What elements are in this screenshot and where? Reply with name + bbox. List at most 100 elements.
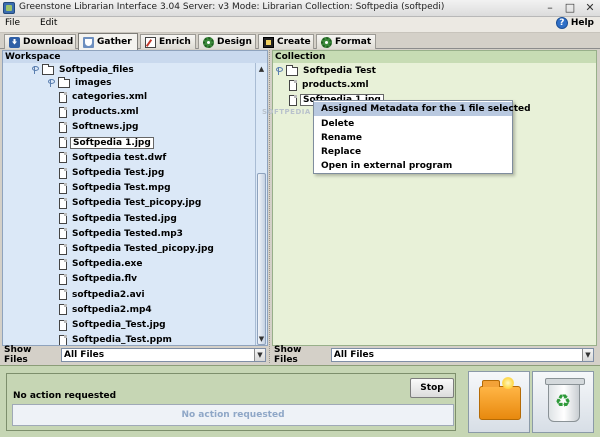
menu-item-label: Replace xyxy=(321,147,362,157)
workspace-file-item[interactable]: Softpedia.exe xyxy=(59,257,144,271)
new-folder-icon xyxy=(479,377,521,420)
workspace-file-item[interactable]: Softpedia Tested.jpg xyxy=(59,212,179,226)
close-icon[interactable]: ✕ xyxy=(584,2,596,14)
menu-item-replace[interactable]: Replace xyxy=(314,145,512,159)
file-label: softpedia2.mp4 xyxy=(72,304,152,315)
tree-expander-icon[interactable] xyxy=(275,67,283,75)
scrollbar-thumb[interactable] xyxy=(257,173,266,345)
workspace-file-item[interactable]: Softpedia.flv xyxy=(59,272,139,286)
menu-edit[interactable]: Edit xyxy=(40,18,57,28)
menu-item-label: Open in external program xyxy=(321,161,453,171)
folder-icon xyxy=(58,76,70,88)
collection-file-filter-select[interactable]: All Files ▼ xyxy=(330,348,594,362)
workspace-file-item[interactable]: products.xml xyxy=(59,105,141,119)
workspace-file-item[interactable]: categories.xml xyxy=(59,90,149,104)
delete-button[interactable] xyxy=(532,371,594,433)
file-icon xyxy=(59,121,67,133)
tree-expander-icon[interactable] xyxy=(31,66,39,74)
workspace-file-filter-select[interactable]: All Files ▼ xyxy=(61,348,266,362)
tab-design[interactable]: Design xyxy=(198,34,256,49)
workspace-file-item[interactable]: Softpedia Test.jpg xyxy=(59,166,166,180)
file-label: categories.xml xyxy=(72,92,148,102)
tree-images-folder[interactable]: images xyxy=(47,76,113,90)
tab-label: Enrich xyxy=(159,37,191,47)
workspace-file-item[interactable]: Softpedia Tested_picopy.jpg xyxy=(59,242,216,256)
workspace-file-item[interactable]: softpedia2.mp4 xyxy=(59,303,154,317)
tab-format[interactable]: Format xyxy=(316,34,376,49)
chevron-down-icon[interactable]: ▼ xyxy=(582,349,593,361)
tab-gather[interactable]: Gather xyxy=(78,33,138,50)
menu-item-rename[interactable]: Rename xyxy=(314,131,512,145)
workspace-scrollbar[interactable]: ▲ ▼ xyxy=(255,63,267,345)
menu-item-open-external[interactable]: Open in external program xyxy=(314,159,512,173)
workspace-file-item[interactable]: Softpedia Test_picopy.jpg xyxy=(59,196,203,210)
menu-item-delete[interactable]: Delete xyxy=(314,117,512,131)
gear-icon xyxy=(203,36,214,48)
workspace-file-item[interactable]: Softpedia_Test.jpg xyxy=(59,318,168,332)
scroll-down-icon[interactable]: ▼ xyxy=(257,334,266,344)
maximize-icon[interactable]: □ xyxy=(564,2,576,14)
scroll-up-icon[interactable]: ▲ xyxy=(257,64,266,74)
workspace-file-item[interactable]: softpedia2.avi xyxy=(59,288,147,302)
help-button[interactable]: ? Help xyxy=(555,17,594,29)
file-icon xyxy=(59,182,67,194)
workspace-header: Workspace xyxy=(3,51,267,63)
tab-label: Format xyxy=(335,37,372,47)
file-icon xyxy=(59,228,67,240)
workspace-file-item[interactable]: Softpedia Test.mpg xyxy=(59,181,173,195)
workspace-panel: Workspace Softpedia_files images categor… xyxy=(2,50,268,346)
chevron-down-icon[interactable]: ▼ xyxy=(254,349,265,361)
collection-file-item[interactable]: products.xml xyxy=(289,78,371,92)
file-icon xyxy=(59,319,67,331)
recycle-bin-icon xyxy=(545,378,585,422)
stop-button[interactable]: Stop xyxy=(410,378,454,398)
file-icon xyxy=(59,137,67,149)
file-label: Softpedia Test.mpg xyxy=(72,183,171,194)
file-icon xyxy=(59,243,67,255)
tab-label: Create xyxy=(277,37,311,47)
enrich-icon xyxy=(145,36,156,48)
folder-label: Softpedia Test xyxy=(303,66,376,76)
menu-item-assigned-metadata[interactable]: Assigned Metadata for the 1 file selecte… xyxy=(314,102,531,116)
menu-item-label: Assigned Metadata for the 1 file selecte… xyxy=(321,104,531,114)
file-label: products.xml xyxy=(72,107,139,118)
file-icon xyxy=(289,94,297,106)
tab-enrich[interactable]: Enrich xyxy=(140,34,196,49)
tree-root-folder[interactable]: Softpedia_files xyxy=(31,63,136,77)
workspace-tree[interactable]: Softpedia_files images categories.xml pro… xyxy=(3,63,255,345)
collection-show-files: Show Files All Files ▼ xyxy=(274,345,594,365)
progress-bar: No action requested xyxy=(12,404,454,426)
tab-create[interactable]: Create xyxy=(258,34,314,49)
tree-expander-icon[interactable] xyxy=(47,79,55,87)
menu-bar: File Edit ? Help xyxy=(0,17,600,33)
workspace-file-item[interactable]: Softpedia 1.jpg xyxy=(59,136,154,150)
folder-label: Softpedia_files xyxy=(59,65,134,75)
minimize-icon[interactable]: – xyxy=(544,2,556,14)
context-menu: Assigned Metadata for the 1 file selecte… xyxy=(313,100,531,174)
file-label: Softpedia.flv xyxy=(72,274,137,285)
menu-item-label: Rename xyxy=(321,133,362,143)
file-label: Softpedia Tested_picopy.jpg xyxy=(72,244,214,254)
folder-label: images xyxy=(75,78,112,88)
workspace-file-item[interactable]: Softpedia_Test.ppm xyxy=(59,333,174,345)
show-files-label: Show Files xyxy=(4,345,32,365)
tab-bar: Download Gather Enrich Design Create For… xyxy=(0,33,600,50)
create-icon xyxy=(263,36,274,48)
collection-panel: Collection Softpedia Test products.xmlSo… xyxy=(272,50,597,346)
file-icon xyxy=(59,273,67,285)
file-label: Softpedia 1.jpg xyxy=(70,136,154,149)
watermark: SOFTPEDIA xyxy=(262,108,311,116)
file-label: Softpedia test.dwf xyxy=(72,152,167,163)
help-label: Help xyxy=(570,18,594,28)
workspace-file-item[interactable]: Softpedia test.dwf xyxy=(59,151,168,165)
workspace-file-item[interactable]: Softnews.jpg xyxy=(59,120,140,134)
file-label: Softpedia.exe xyxy=(72,259,143,270)
menu-item-label: Delete xyxy=(321,119,355,129)
new-folder-button[interactable] xyxy=(468,371,530,433)
workspace-file-item[interactable]: Softpedia Tested.mp3 xyxy=(59,227,185,241)
menu-file[interactable]: File xyxy=(5,18,20,28)
tab-download[interactable]: Download xyxy=(4,34,76,49)
file-icon xyxy=(59,167,67,179)
collection-root-folder[interactable]: Softpedia Test xyxy=(275,64,378,78)
help-icon: ? xyxy=(555,17,568,29)
